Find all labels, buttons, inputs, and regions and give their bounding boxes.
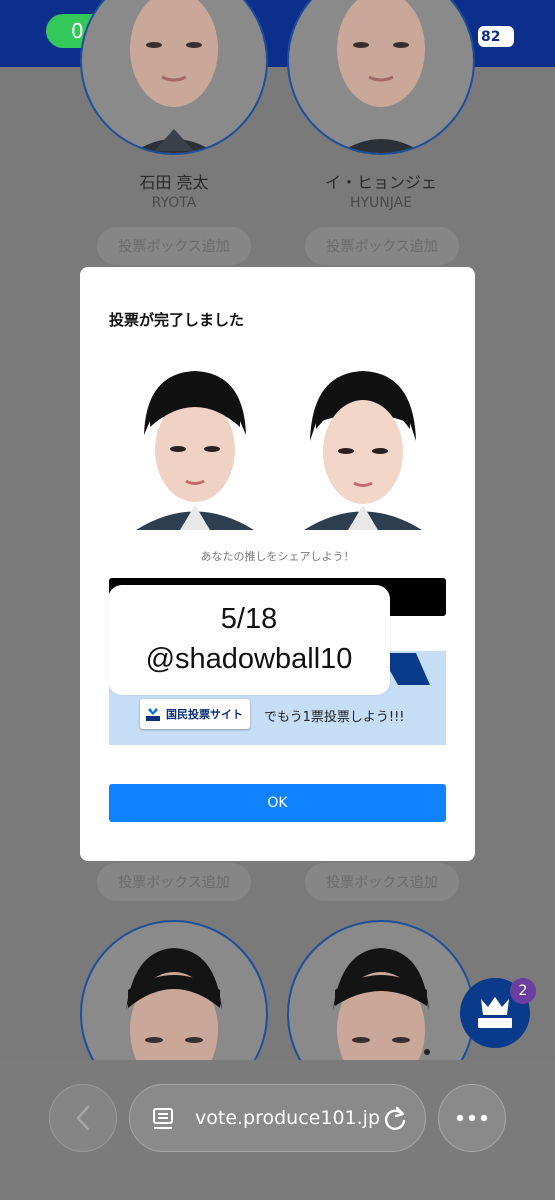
address-bar[interactable]: vote.produce101.jp [129, 1084, 426, 1152]
vote-complete-dialog: 投票が完了しました あなたの推しをシェアしよう！ 国民投票サイト でもう1票投票… [80, 267, 475, 861]
add-vote-box-button[interactable]: 投票ボックス追加 [305, 863, 459, 901]
vote-box-count-badge: 2 [510, 978, 536, 1004]
vote-more-text: でもう1票投票しよう!!! [264, 710, 405, 725]
dialog-title: 投票が完了しました [109, 311, 245, 329]
username-sticker: 5/18 @shadowball10 [108, 585, 390, 695]
more-button[interactable] [438, 1084, 506, 1152]
share-prompt: あなたの推しをシェアしよう！ [200, 550, 355, 563]
candidate-roman-name: HYUNJAE [349, 195, 413, 211]
add-vote-box-button[interactable]: 投票ボックス追加 [97, 863, 251, 901]
add-vote-box-button[interactable]: 投票ボックス追加 [305, 227, 459, 265]
voted-candidate-photo [136, 371, 254, 530]
site-logo-text: 国民投票サイト [166, 708, 243, 721]
battery-icon: 82 [478, 26, 514, 47]
more-dots-icon [456, 1114, 488, 1122]
candidate-name: イ・ヒョンジェ [324, 173, 437, 192]
sticker-date: 5/18 [220, 603, 278, 635]
site-logo: 国民投票サイト [140, 699, 250, 729]
voted-candidate-photo [304, 371, 422, 530]
candidate-name: 石田 亮太 [139, 173, 209, 192]
chevron-left-icon [76, 1105, 90, 1131]
sticker-handle: @shadowball10 [145, 643, 353, 675]
candidate-photo [80, 0, 268, 155]
reload-icon[interactable] [382, 1105, 408, 1133]
ok-button[interactable]: OK [109, 784, 446, 822]
reader-icon [153, 1108, 173, 1129]
battery-level: 82 [481, 28, 501, 45]
crown-box-icon [478, 997, 512, 1028]
candidate-photo [287, 0, 475, 155]
url-text: vote.produce101.jp [195, 1107, 381, 1129]
back-button[interactable] [49, 1084, 117, 1152]
ballot-box-icon [146, 708, 160, 721]
candidate-roman-name: RYOTA [151, 195, 197, 211]
add-vote-box-button[interactable]: 投票ボックス追加 [97, 227, 251, 265]
